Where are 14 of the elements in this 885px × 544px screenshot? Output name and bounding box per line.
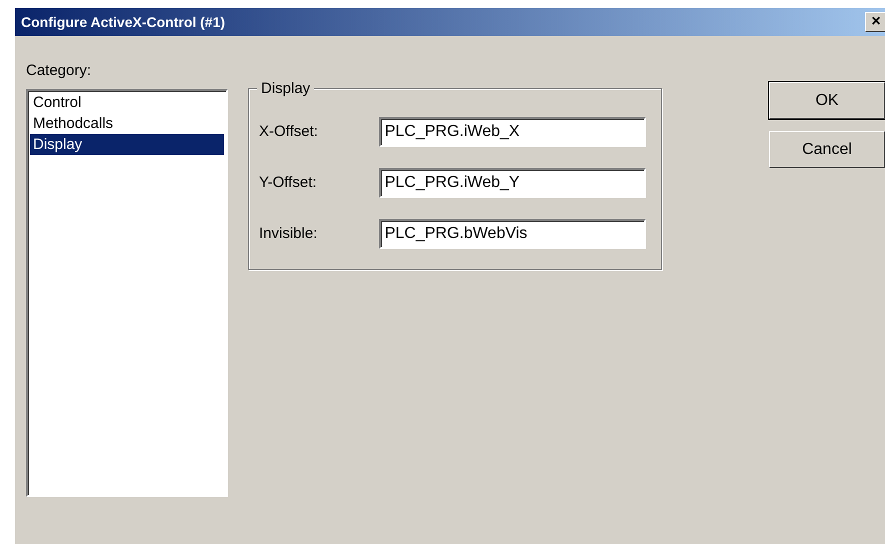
cancel-button[interactable]: Cancel bbox=[769, 131, 885, 168]
ok-button[interactable]: OK bbox=[769, 82, 885, 119]
category-label: Category: bbox=[26, 61, 92, 81]
field-label: X-Offset: bbox=[259, 122, 319, 142]
input-field[interactable]: PLC_PRG.iWeb_X bbox=[378, 117, 646, 147]
category-item[interactable]: Methodcalls bbox=[30, 112, 224, 134]
category-item[interactable]: Control bbox=[30, 92, 224, 112]
input-field[interactable]: PLC_PRG.bWebVis bbox=[378, 219, 646, 249]
window-title: Configure ActiveX-Control (#1) bbox=[21, 12, 226, 32]
field-label: Y-Offset: bbox=[259, 172, 318, 193]
field-label: Invisible: bbox=[259, 224, 318, 244]
input-field[interactable]: PLC_PRG.iWeb_Y bbox=[378, 168, 646, 198]
close-button[interactable]: × bbox=[865, 12, 885, 32]
category-item[interactable]: Display bbox=[30, 134, 224, 154]
